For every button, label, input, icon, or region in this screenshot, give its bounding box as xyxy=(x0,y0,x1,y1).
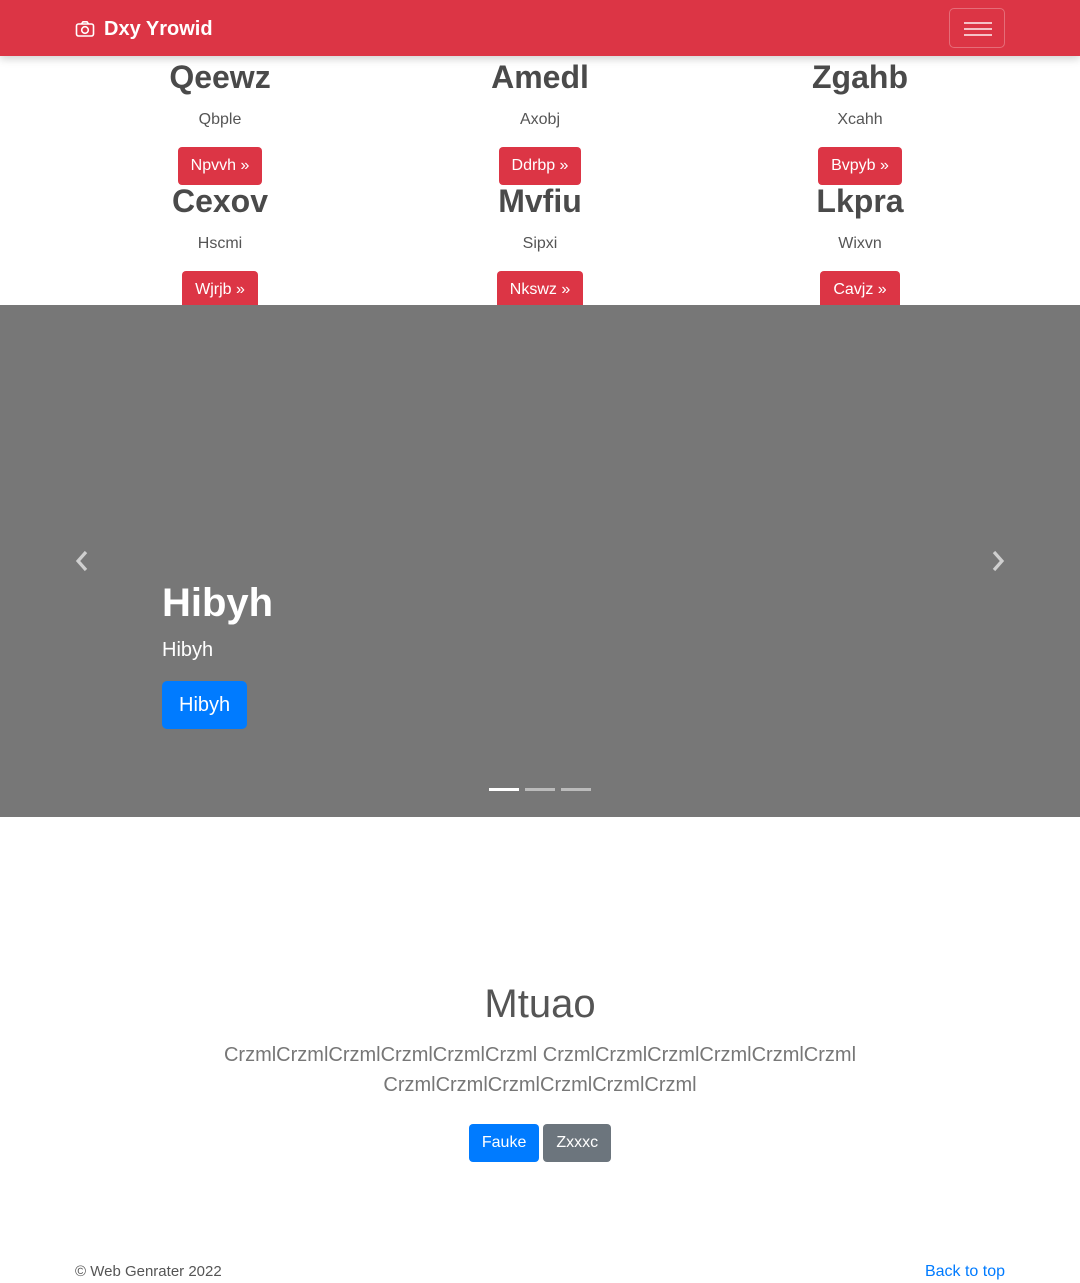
brand-name: Dxy Yrowid xyxy=(104,17,213,40)
intro-title: Mtuao xyxy=(484,982,596,1026)
feature-title: Mvfiu xyxy=(498,183,582,219)
feature-card: Qeewz Qbple Npvvh » xyxy=(60,56,380,185)
feature-button[interactable]: Cavjz » xyxy=(820,271,900,309)
carousel-indicator-3[interactable] xyxy=(561,788,591,791)
feature-text: Xcahh xyxy=(837,111,883,128)
secondary-button[interactable]: Zxxxc xyxy=(543,1124,612,1162)
primary-button[interactable]: Fauke xyxy=(468,1124,540,1162)
feature-button[interactable]: Nkswz » xyxy=(496,271,584,309)
feature-text: Hscmi xyxy=(197,235,243,252)
feature-grid: Qeewz Qbple Npvvh » Amedl Axobj Ddrbp » … xyxy=(60,56,1020,309)
carousel-indicator-1[interactable] xyxy=(489,788,519,791)
feature-title: Lkpra xyxy=(816,183,904,219)
carousel-subheading: Hibyh xyxy=(162,639,214,661)
intro-actions: Fauke Zxxxc xyxy=(0,1124,1080,1162)
hamburger-icon xyxy=(964,22,992,24)
carousel-heading: Hibyh xyxy=(162,581,274,625)
menu-toggle-button[interactable] xyxy=(949,8,1005,48)
camera-icon xyxy=(75,21,95,37)
navbar: Dxy Yrowid xyxy=(0,0,1080,56)
carousel-caption: Hibyh Hibyh Hibyh xyxy=(162,577,273,729)
chevron-left-icon[interactable] xyxy=(71,548,93,574)
feature-card: Mvfiu Sipxi Nkswz » xyxy=(380,180,700,309)
feature-text: Wixvn xyxy=(838,235,882,252)
feature-card: Lkpra Wixvn Cavjz » xyxy=(700,180,1020,309)
feature-title: Qeewz xyxy=(169,59,271,95)
feature-card: Zgahb Xcahh Bvpyb » xyxy=(700,56,1020,185)
feature-card: Cexov Hscmi Wjrjb » xyxy=(60,180,380,309)
back-to-top-link[interactable]: Back to top xyxy=(925,1262,1005,1282)
feature-button[interactable]: Wjrjb » xyxy=(182,271,258,309)
carousel-button[interactable]: Hibyh xyxy=(162,681,248,729)
carousel-indicator-2[interactable] xyxy=(525,788,555,791)
carousel: Hibyh Hibyh Hibyh xyxy=(0,305,1080,817)
intro-section: Mtuao CrzmlCrzmlCrzmlCrzmlCrzmlCrzml Crz… xyxy=(0,978,1080,1162)
footer-copyright: © Web Genrater 2022 xyxy=(75,1263,222,1280)
feature-title: Amedl xyxy=(491,59,589,95)
feature-text: Sipxi xyxy=(522,235,558,252)
feature-title: Cexov xyxy=(171,183,269,219)
intro-lead: CrzmlCrzmlCrzmlCrzmlCrzmlCrzml CrzmlCrzm… xyxy=(223,1044,857,1096)
feature-title: Zgahb xyxy=(812,59,908,95)
carousel-indicators xyxy=(489,788,591,791)
feature-text: Axobj xyxy=(519,111,561,128)
feature-text: Qbple xyxy=(198,111,242,128)
feature-card: Amedl Axobj Ddrbp » xyxy=(380,56,700,185)
chevron-right-icon[interactable] xyxy=(987,548,1009,574)
brand-link[interactable]: Dxy Yrowid xyxy=(75,16,213,42)
